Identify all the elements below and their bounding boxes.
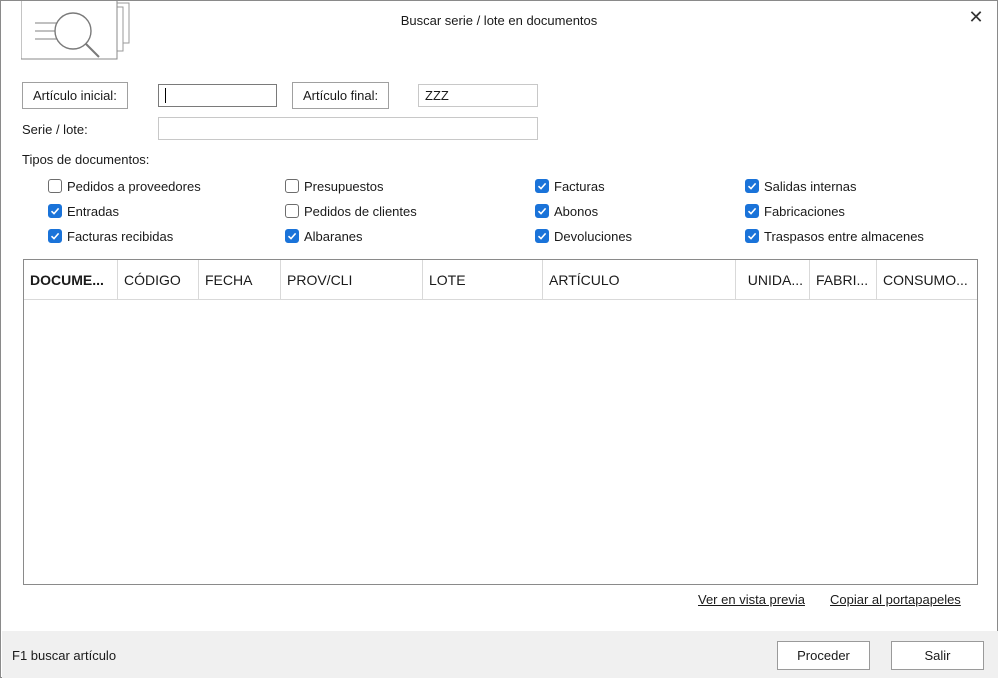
checkbox-label: Traspasos entre almacenes [764, 228, 924, 244]
checkbox-entradas[interactable]: Entradas [48, 202, 119, 220]
checkbox-pedidos-a-proveedores[interactable]: Pedidos a proveedores [48, 177, 201, 195]
checkbox-salidas-internas[interactable]: Salidas internas [745, 177, 857, 195]
articulo-inicial-input[interactable] [158, 84, 277, 107]
checkbox-box[interactable] [535, 179, 549, 193]
checkbox-presupuestos[interactable]: Presupuestos [285, 177, 384, 195]
checkbox-label: Fabricaciones [764, 203, 845, 219]
checkmark-icon [537, 232, 547, 240]
checkbox-box[interactable] [745, 229, 759, 243]
articulo-final-input[interactable]: ZZZ [418, 84, 538, 107]
checkbox-pedidos-de-clientes[interactable]: Pedidos de clientes [285, 202, 417, 220]
checkbox-devoluciones[interactable]: Devoluciones [535, 227, 632, 245]
column-prov-cli[interactable]: PROV/CLI [281, 260, 423, 300]
checkbox-label: Facturas [554, 178, 605, 194]
checkmark-icon [537, 207, 547, 215]
tipos-documentos-heading: Tipos de documentos: [22, 152, 150, 167]
column-codigo[interactable]: CÓDIGO [118, 260, 199, 300]
checkbox-label: Albaranes [304, 228, 363, 244]
column-fecha[interactable]: FECHA [199, 260, 281, 300]
checkbox-label: Devoluciones [554, 228, 633, 244]
close-icon[interactable]: ✕ [965, 6, 987, 28]
column-consumo[interactable]: CONSUMO... [877, 260, 977, 300]
checkmark-icon [747, 182, 757, 190]
checkbox-box[interactable] [745, 204, 759, 218]
checkmark-icon [537, 182, 547, 190]
checkmark-icon [747, 207, 757, 215]
text-caret [165, 88, 166, 104]
checkbox-box[interactable] [745, 179, 759, 193]
exit-button[interactable]: Salir [891, 641, 984, 670]
checkbox-label: Entradas [67, 203, 120, 219]
column-unidades[interactable]: UNIDA... [736, 260, 810, 300]
checkbox-facturas[interactable]: Facturas [535, 177, 605, 195]
checkbox-box[interactable] [48, 229, 62, 243]
checkbox-box[interactable] [535, 229, 549, 243]
articulo-final-button[interactable]: Artículo final: [292, 82, 390, 109]
serie-lote-input[interactable] [158, 117, 538, 140]
checkbox-label: Presupuestos [304, 178, 384, 194]
checkbox-facturas-recibidas[interactable]: Facturas recibidas [48, 227, 173, 245]
checkmark-icon [50, 207, 60, 215]
status-hint: F1 buscar artículo [12, 648, 117, 663]
checkbox-box[interactable] [48, 204, 62, 218]
column-articulo[interactable]: ARTÍCULO [543, 260, 736, 300]
checkbox-fabricaciones[interactable]: Fabricaciones [745, 202, 845, 220]
checkbox-box[interactable] [285, 229, 299, 243]
articulo-inicial-button[interactable]: Artículo inicial: [22, 82, 128, 109]
checkbox-label: Facturas recibidas [67, 228, 174, 244]
checkmark-icon [50, 232, 60, 240]
checkbox-box[interactable] [535, 204, 549, 218]
checkmark-icon [747, 232, 757, 240]
preview-link[interactable]: Ver en vista previa [698, 592, 805, 607]
proceed-button[interactable]: Proceder [777, 641, 870, 670]
checkbox-label: Pedidos a proveedores [67, 178, 201, 194]
checkbox-box[interactable] [285, 179, 299, 193]
checkbox-label: Salidas internas [764, 178, 857, 194]
copy-clipboard-link[interactable]: Copiar al portapapeles [830, 592, 961, 607]
search-serial-lot-dialog: Buscar serie / lote en documentos ✕ Artí… [0, 0, 998, 678]
document-search-icon [20, 0, 133, 67]
checkbox-label: Abonos [554, 203, 599, 219]
results-grid[interactable]: DOCUME... CÓDIGO FECHA PROV/CLI LOTE ART… [23, 259, 978, 585]
grid-header: DOCUME... CÓDIGO FECHA PROV/CLI LOTE ART… [24, 260, 977, 300]
column-fabricacion[interactable]: FABRI... [810, 260, 877, 300]
footer-bar: F1 buscar artículo Proceder Salir [2, 631, 998, 678]
checkbox-box[interactable] [48, 179, 62, 193]
column-documento[interactable]: DOCUME... [24, 260, 118, 300]
checkbox-traspasos-entre-almacenes[interactable]: Traspasos entre almacenes [745, 227, 924, 245]
column-lote[interactable]: LOTE [423, 260, 543, 300]
dialog-title: Buscar serie / lote en documentos [400, 13, 598, 28]
checkbox-abonos[interactable]: Abonos [535, 202, 598, 220]
checkbox-label: Pedidos de clientes [304, 203, 417, 219]
serie-lote-label: Serie / lote: [22, 122, 88, 137]
checkmark-icon [287, 232, 297, 240]
checkbox-albaranes[interactable]: Albaranes [285, 227, 363, 245]
checkbox-box[interactable] [285, 204, 299, 218]
